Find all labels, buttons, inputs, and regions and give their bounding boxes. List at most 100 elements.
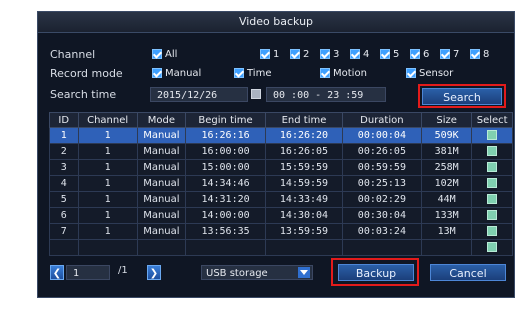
next-page-button[interactable]: ❯ <box>147 265 161 280</box>
cell-end: 14:33:49 <box>265 191 343 208</box>
channel-3-checkbox[interactable]: 3 <box>320 49 339 60</box>
select-checkbox[interactable] <box>487 146 498 156</box>
checkbox-checked-icon <box>470 49 480 59</box>
channel-7-label: 7 <box>453 49 460 60</box>
select-checkbox[interactable] <box>487 162 498 172</box>
cell-channel: 1 <box>77 175 138 192</box>
date-field[interactable]: 2015/12/26 <box>150 87 248 102</box>
checkbox-checked-icon <box>440 49 450 59</box>
cell-begin: 16:26:16 <box>185 127 267 144</box>
cell-id: 7 <box>49 223 79 240</box>
search-highlight-frame <box>418 84 506 108</box>
cell-select <box>471 191 513 208</box>
cell-begin: 14:00:00 <box>185 207 267 224</box>
channel-4-checkbox[interactable]: 4 <box>350 49 369 60</box>
cell-duration: 00:30:04 <box>341 207 422 224</box>
cell-begin: 14:31:20 <box>185 191 267 208</box>
recordings-table: ID Channel Mode Begin time End time Dura… <box>49 112 513 256</box>
cancel-button[interactable]: Cancel <box>430 264 506 281</box>
record-mode-label: Record mode <box>50 67 123 80</box>
channel-3-label: 3 <box>333 49 340 60</box>
prev-page-button[interactable]: ❮ <box>50 265 64 280</box>
cell-mode: Manual <box>136 191 187 208</box>
col-header-select[interactable]: Select <box>471 112 513 128</box>
cell-duration: 00:03:24 <box>341 223 422 240</box>
storage-dropdown[interactable]: USB storage <box>201 265 313 280</box>
table-row[interactable]: 6 1 Manual 14:00:00 14:30:04 00:30:04 13… <box>49 207 513 224</box>
col-header-end-time[interactable]: End time <box>265 112 343 128</box>
channel-7-checkbox[interactable]: 7 <box>440 49 459 60</box>
channel-5-checkbox[interactable]: 5 <box>380 49 399 60</box>
cell-end: 14:59:59 <box>265 175 343 192</box>
cell-id: 2 <box>49 143 79 160</box>
cell-size: 509K <box>420 127 473 144</box>
cell-duration: 00:00:04 <box>341 127 422 144</box>
page-number-field[interactable]: 1 <box>66 265 110 280</box>
cell-empty <box>265 239 343 256</box>
table-row[interactable]: 7 1 Manual 13:56:35 13:59:59 00:03:24 13… <box>49 223 513 240</box>
cell-channel: 1 <box>77 127 138 144</box>
calendar-icon[interactable] <box>251 89 261 99</box>
col-header-channel[interactable]: Channel <box>77 112 138 128</box>
mode-motion-label: Motion <box>333 68 367 79</box>
table-row[interactable]: 2 1 Manual 16:00:00 16:26:05 00:26:05 38… <box>49 143 513 160</box>
col-header-mode[interactable]: Mode <box>136 112 187 128</box>
dialog-title: Video backup <box>38 12 514 33</box>
select-checkbox[interactable] <box>487 210 498 220</box>
checkbox-checked-icon <box>410 49 420 59</box>
cell-size: 381M <box>420 143 473 160</box>
cell-end: 16:26:20 <box>265 127 343 144</box>
checkbox-checked-icon <box>320 68 330 78</box>
cell-mode: Manual <box>136 175 187 192</box>
cell-duration: 00:25:13 <box>341 175 422 192</box>
mode-motion-checkbox[interactable]: Motion <box>320 68 367 79</box>
channel-all-checkbox[interactable]: All <box>152 49 177 60</box>
select-checkbox[interactable] <box>487 226 498 236</box>
col-header-size[interactable]: Size <box>420 112 473 128</box>
cell-size: 258M <box>420 159 473 176</box>
cell-duration: 00:02:29 <box>341 191 422 208</box>
select-checkbox[interactable] <box>487 194 498 204</box>
select-checkbox[interactable] <box>487 178 498 188</box>
select-all-checkbox[interactable] <box>487 242 498 252</box>
page-total: /1 <box>118 265 128 276</box>
channel-6-checkbox[interactable]: 6 <box>410 49 429 60</box>
cell-end: 14:30:04 <box>265 207 343 224</box>
table-row[interactable]: 4 1 Manual 14:34:46 14:59:59 00:25:13 10… <box>49 175 513 192</box>
col-header-id[interactable]: ID <box>49 112 79 128</box>
mode-manual-checkbox[interactable]: Manual <box>152 68 201 79</box>
video-backup-dialog: Video backup Channel All 1 2 3 4 5 6 7 8… <box>37 11 515 298</box>
channel-5-label: 5 <box>393 49 400 60</box>
mode-sensor-checkbox[interactable]: Sensor <box>406 68 453 79</box>
col-header-begin-time[interactable]: Begin time <box>185 112 267 128</box>
table-row-empty <box>49 239 513 256</box>
cell-select <box>471 175 513 192</box>
cell-select <box>471 159 513 176</box>
cell-select <box>471 239 513 256</box>
cell-id: 1 <box>49 127 79 144</box>
cell-end: 15:59:59 <box>265 159 343 176</box>
table-row[interactable]: 5 1 Manual 14:31:20 14:33:49 00:02:29 44… <box>49 191 513 208</box>
channel-8-checkbox[interactable]: 8 <box>470 49 489 60</box>
select-checkbox[interactable] <box>487 130 498 140</box>
cell-id: 5 <box>49 191 79 208</box>
cell-begin: 13:56:35 <box>185 223 267 240</box>
checkbox-checked-icon <box>320 49 330 59</box>
checkbox-checked-icon <box>406 68 416 78</box>
cell-id: 3 <box>49 159 79 176</box>
table-row[interactable]: 3 1 Manual 15:00:00 15:59:59 00:59:59 25… <box>49 159 513 176</box>
channel-label: Channel <box>50 48 96 61</box>
col-header-duration[interactable]: Duration <box>341 112 422 128</box>
cell-empty <box>420 239 473 256</box>
time-range-field[interactable]: 00 :00 - 23 :59 <box>266 87 386 102</box>
channel-2-checkbox[interactable]: 2 <box>290 49 309 60</box>
mode-time-label: Time <box>247 68 272 79</box>
cell-mode: Manual <box>136 143 187 160</box>
mode-time-checkbox[interactable]: Time <box>234 68 271 79</box>
table-row[interactable]: 1 1 Manual 16:26:16 16:26:20 00:00:04 50… <box>49 127 513 144</box>
storage-selected-value: USB storage <box>206 268 268 279</box>
channel-1-label: 1 <box>273 49 280 60</box>
channel-1-checkbox[interactable]: 1 <box>260 49 279 60</box>
checkbox-checked-icon <box>152 49 162 59</box>
cell-channel: 1 <box>77 143 138 160</box>
